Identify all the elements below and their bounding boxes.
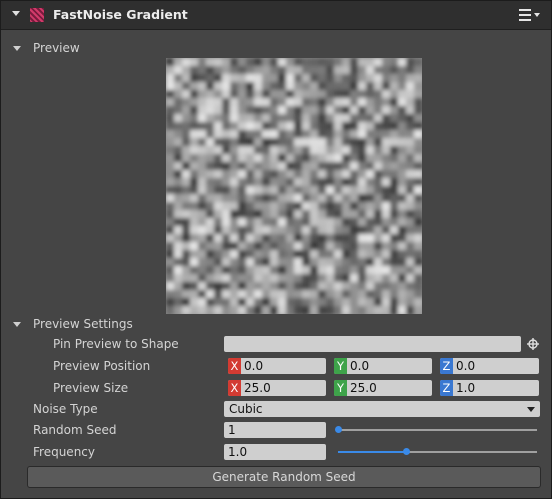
size-z-field[interactable]: Z 1.0 xyxy=(440,380,539,396)
random-seed-slider[interactable] xyxy=(335,426,537,433)
axis-x-badge: X xyxy=(228,380,241,396)
noise-preview-image xyxy=(166,58,422,314)
preview-settings-label: Preview Settings xyxy=(33,317,133,331)
pin-preview-field[interactable] xyxy=(224,336,521,352)
axis-x-badge: X xyxy=(228,358,241,374)
preview-settings-expand-icon[interactable] xyxy=(13,322,21,327)
size-y-field[interactable]: Y 25.0 xyxy=(334,380,432,396)
collapse-arrow-icon[interactable] xyxy=(12,11,20,16)
noise-type-label: Noise Type xyxy=(33,402,98,416)
slider-fill xyxy=(338,451,406,453)
hamburger-menu-icon[interactable] xyxy=(519,8,541,22)
axis-y-badge: Y xyxy=(334,380,347,396)
preview-expand-icon[interactable] xyxy=(13,46,21,51)
chevron-down-icon xyxy=(527,407,535,412)
noise-preview-canvas xyxy=(166,58,422,314)
noise-type-select[interactable]: Cubic xyxy=(224,401,540,417)
noise-component-icon xyxy=(30,8,44,22)
frequency-label: Frequency xyxy=(33,445,95,459)
pin-preview-label: Pin Preview to Shape xyxy=(53,337,179,351)
position-z-value: 0.0 xyxy=(456,359,476,373)
component-title: FastNoise Gradient xyxy=(53,7,188,22)
size-y-value: 25.0 xyxy=(350,381,377,395)
position-x-field[interactable]: X 0.0 xyxy=(228,358,326,374)
frequency-value: 1.0 xyxy=(228,445,248,459)
size-z-value: 1.0 xyxy=(456,381,476,395)
size-x-field[interactable]: X 25.0 xyxy=(228,380,326,396)
size-x-value: 25.0 xyxy=(244,381,271,395)
noise-type-value: Cubic xyxy=(229,402,263,416)
axis-y-badge: Y xyxy=(334,358,347,374)
axis-z-badge: Z xyxy=(440,380,453,396)
random-seed-input[interactable]: 1 xyxy=(224,422,326,438)
frequency-input[interactable]: 1.0 xyxy=(224,444,326,460)
preview-position-label: Preview Position xyxy=(53,359,151,373)
position-x-value: 0.0 xyxy=(244,359,264,373)
axis-z-badge: Z xyxy=(440,358,453,374)
preview-section-label: Preview xyxy=(33,41,80,55)
frequency-slider[interactable] xyxy=(338,448,537,455)
position-z-field[interactable]: Z 0.0 xyxy=(440,358,539,374)
component-header[interactable]: FastNoise Gradient xyxy=(1,1,551,30)
fastnoise-gradient-panel: FastNoise Gradient Preview Preview Setti… xyxy=(0,0,552,499)
preview-size-label: Preview Size xyxy=(53,381,129,395)
random-seed-value: 1 xyxy=(228,423,236,437)
position-y-field[interactable]: Y 0.0 xyxy=(334,358,432,374)
position-y-value: 0.0 xyxy=(350,359,370,373)
slider-handle[interactable] xyxy=(335,426,342,433)
slider-handle[interactable] xyxy=(402,448,410,455)
pick-target-icon[interactable] xyxy=(527,338,539,350)
random-seed-label: Random Seed xyxy=(33,423,117,437)
generate-random-seed-button[interactable]: Generate Random Seed xyxy=(27,466,541,488)
